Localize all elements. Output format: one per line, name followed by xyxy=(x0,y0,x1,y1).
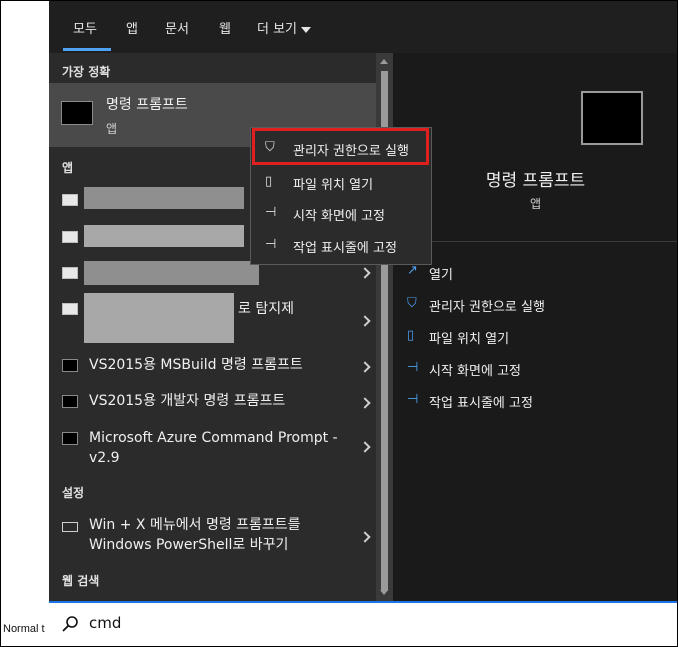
action-label: 작업 표시줄에 고정 xyxy=(429,396,533,411)
pin-icon: ⊣ xyxy=(265,237,277,252)
settings-item-label: Win + X 메뉴에서 명령 프롬프트를 Windows PowerShell… xyxy=(89,517,301,553)
preview-pane: 명령 프롬프트 앱 ↗ 열기 ⛉ 관리자 권한으로 실행 ▯ 파일 위치 열기 … xyxy=(393,53,677,601)
scroll-down-arrow-icon[interactable] xyxy=(380,590,388,595)
app-icon xyxy=(62,267,78,279)
start-search-panel: 모두 앱 문서 웹 더 보기 가장 정확 명령 프롬프트 앱 앱 로 탐지제 V… xyxy=(49,1,677,601)
folder-icon: ▯ xyxy=(265,174,273,189)
app-label: 로 탐지제 xyxy=(238,301,294,317)
open-icon: ↗ xyxy=(407,263,418,278)
tab-more[interactable]: 더 보기 xyxy=(257,18,312,37)
section-web-search: 웹 검색 xyxy=(62,574,100,588)
section-best-match: 가장 정확 xyxy=(62,65,111,79)
action-label: 관리자 권한으로 실행 xyxy=(429,300,545,315)
status-bar-text: Normal t xyxy=(3,623,45,635)
pin-icon: ⊣ xyxy=(265,205,277,220)
section-settings: 설정 xyxy=(62,486,85,500)
tab-more-label: 더 보기 xyxy=(257,22,298,37)
redacted-label xyxy=(84,261,259,285)
menu-item-label: 파일 위치 열기 xyxy=(293,178,374,193)
app-icon xyxy=(62,231,78,243)
active-tab-indicator xyxy=(63,48,111,51)
best-match-title: 명령 프롬프트 xyxy=(106,97,188,113)
menu-item-open-file-location[interactable]: ▯ 파일 위치 열기 xyxy=(251,168,431,198)
highlight-box xyxy=(252,128,429,165)
action-label: 열기 xyxy=(429,268,453,283)
folder-icon: ▯ xyxy=(407,328,415,343)
context-menu: ⛉ 관리자 권한으로 실행 ▯ 파일 위치 열기 ⊣ 시작 화면에 고정 ⊣ 작… xyxy=(250,127,432,265)
tab-all[interactable]: 모두 xyxy=(73,18,97,37)
pin-icon: ⊣ xyxy=(407,360,419,375)
monitor-icon xyxy=(62,522,78,532)
chevron-down-icon xyxy=(301,26,312,33)
command-prompt-icon xyxy=(62,395,78,408)
app-label: VS2015용 MSBuild 명령 프롬프트 xyxy=(89,357,303,373)
tab-bar: 모두 앱 문서 웹 더 보기 xyxy=(49,1,677,53)
chevron-right-icon[interactable] xyxy=(359,315,371,327)
tab-documents[interactable]: 문서 xyxy=(165,18,189,37)
chevron-right-icon[interactable] xyxy=(359,531,371,543)
chevron-right-icon[interactable] xyxy=(359,397,371,409)
best-match-subtitle: 앱 xyxy=(106,122,118,136)
menu-item-label: 시작 화면에 고정 xyxy=(293,209,385,224)
command-prompt-icon xyxy=(581,91,643,145)
chevron-right-icon[interactable] xyxy=(359,361,371,373)
action-label: 시작 화면에 고정 xyxy=(429,364,521,379)
redacted-label xyxy=(84,187,244,209)
menu-item-pin-to-taskbar[interactable]: ⊣ 작업 표시줄에 고정 xyxy=(251,231,431,261)
menu-item-pin-to-start[interactable]: ⊣ 시작 화면에 고정 xyxy=(251,199,431,229)
search-icon xyxy=(62,616,78,632)
app-label: VS2015용 개발자 명령 프롬프트 xyxy=(89,393,286,409)
divider xyxy=(393,241,677,242)
screenshot-frame: Normal t 모두 앱 문서 웹 더 보기 가장 정확 명령 프롬프트 앱 … xyxy=(0,0,678,647)
redacted-label xyxy=(84,225,244,247)
search-bar[interactable]: cmd xyxy=(49,601,677,646)
tab-web[interactable]: 웹 xyxy=(219,18,231,37)
chevron-right-icon[interactable] xyxy=(359,441,371,453)
search-input[interactable]: cmd xyxy=(89,614,121,632)
redacted-label xyxy=(84,293,234,343)
command-prompt-icon xyxy=(62,359,78,372)
app-icon xyxy=(62,303,78,315)
action-label: 파일 위치 열기 xyxy=(429,332,510,347)
tab-apps[interactable]: 앱 xyxy=(126,18,138,37)
app-icon xyxy=(62,194,78,206)
chevron-right-icon[interactable] xyxy=(359,267,371,279)
shield-icon: ⛉ xyxy=(407,296,417,311)
menu-item-label: 작업 표시줄에 고정 xyxy=(293,241,397,256)
preview-subtitle: 앱 xyxy=(529,197,542,211)
pin-icon: ⊣ xyxy=(407,392,419,407)
app-label: Microsoft Azure Command Prompt - v2.9 xyxy=(89,430,338,466)
section-apps: 앱 xyxy=(62,161,74,175)
command-prompt-icon xyxy=(62,432,78,445)
scroll-up-arrow-icon[interactable] xyxy=(380,59,388,64)
command-prompt-icon xyxy=(61,101,93,125)
preview-title: 명령 프롬프트 xyxy=(485,171,586,191)
